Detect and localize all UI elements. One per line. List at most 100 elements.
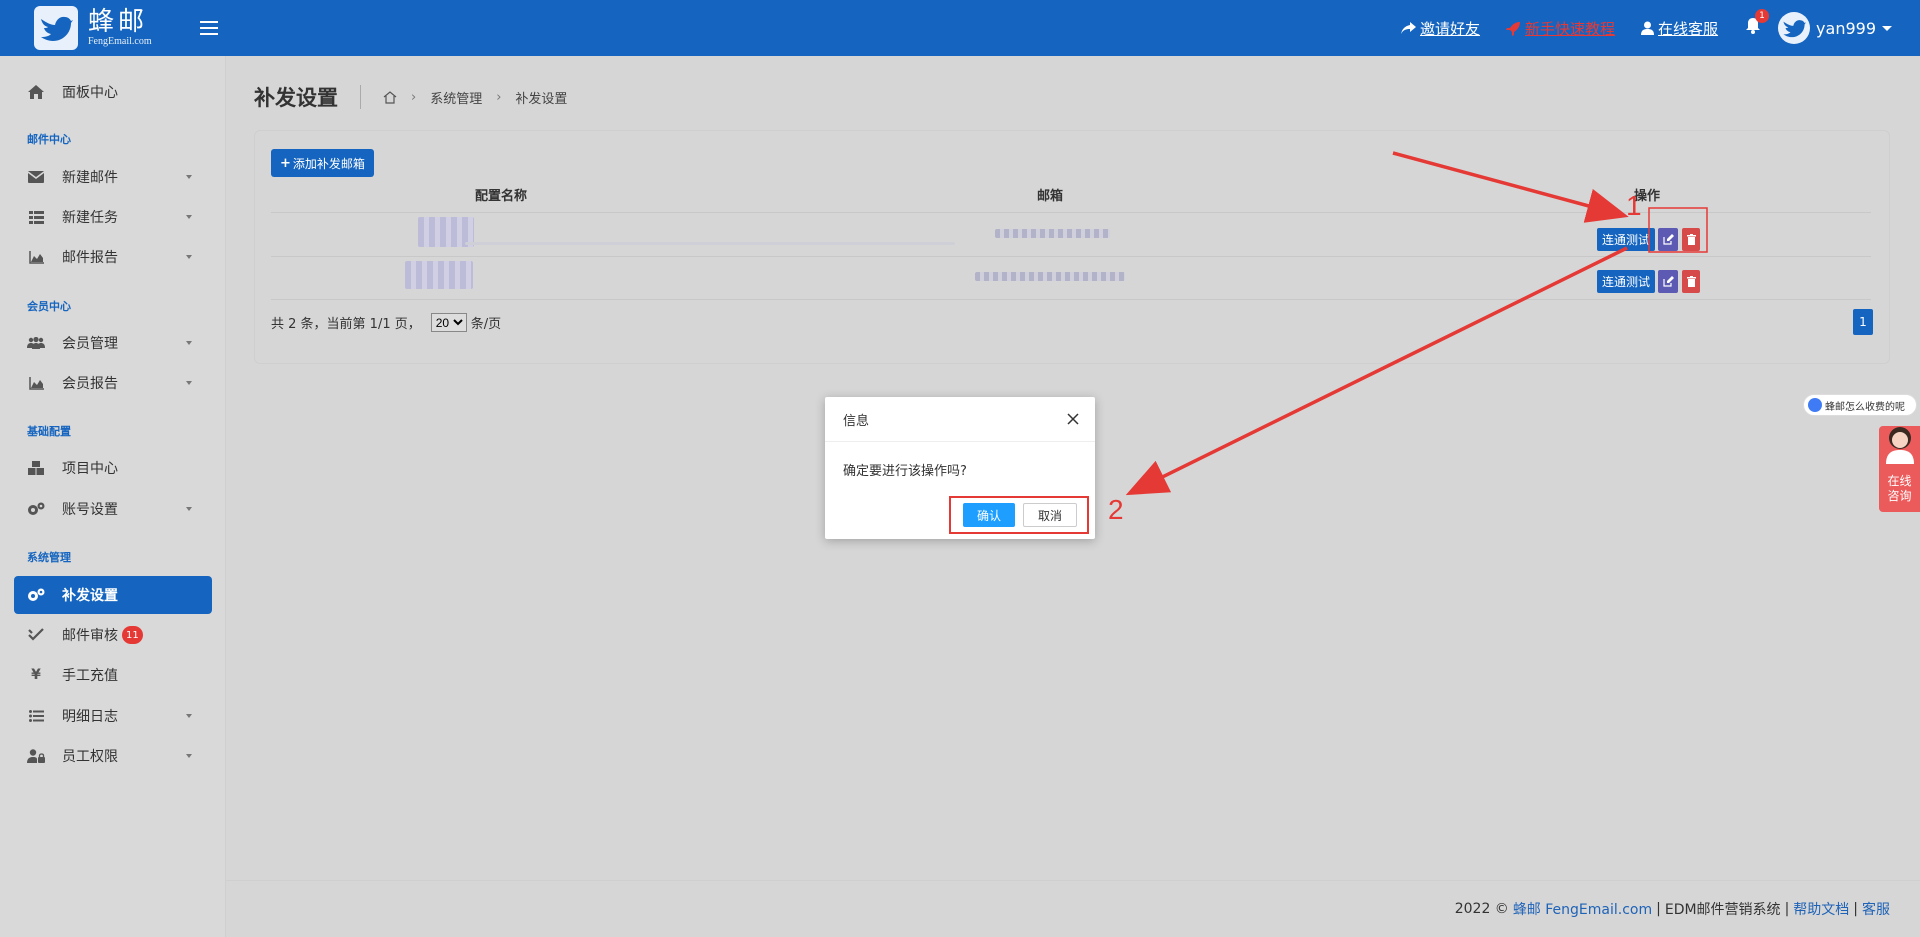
sidebar-item-mail-review[interactable]: 邮件审核 11 bbox=[14, 616, 212, 654]
chat-prompt-text: 蜂邮怎么收费的呢 bbox=[1825, 401, 1905, 413]
annotation-step-2: 2 bbox=[1108, 494, 1124, 525]
sidebar-item-new-task[interactable]: 新建任务 bbox=[14, 198, 212, 236]
user-lock-icon bbox=[26, 749, 46, 763]
connection-test-button[interactable]: 连通测试 bbox=[1597, 270, 1655, 293]
sidebar-item-label: 新建任务 bbox=[62, 210, 118, 226]
sidebar-item-label: 会员报告 bbox=[62, 376, 118, 392]
sidebar-item-label: 新建邮件 bbox=[62, 170, 118, 186]
sidebar-item-member-manage[interactable]: 会员管理 bbox=[14, 324, 212, 362]
username: yan999 bbox=[1816, 18, 1876, 38]
brand-logo[interactable]: 蜂邮 FengEmail.com bbox=[0, 0, 226, 56]
confirm-button[interactable]: 确认 bbox=[962, 503, 1015, 527]
footer-service-link[interactable]: 客服 bbox=[1862, 899, 1890, 919]
delete-button[interactable] bbox=[1682, 270, 1700, 293]
edit-button[interactable] bbox=[1658, 228, 1678, 251]
sidebar-item-label: 面板中心 bbox=[62, 85, 118, 101]
rocket-icon bbox=[1506, 21, 1521, 36]
breadcrumb: › 系统管理 › 补发设置 bbox=[383, 88, 567, 107]
caret-down-icon bbox=[186, 754, 192, 758]
confirm-dialog: 信息 确定要进行该操作吗? 确认 取消 bbox=[825, 397, 1095, 539]
footer-copyright: 2022 © bbox=[1454, 901, 1509, 917]
bird-logo-icon bbox=[34, 6, 78, 50]
delete-button[interactable] bbox=[1682, 228, 1700, 251]
trash-icon bbox=[1686, 234, 1696, 245]
user-menu[interactable]: yan999 bbox=[1778, 12, 1892, 44]
share-icon bbox=[1401, 21, 1416, 34]
sidebar-item-label: 员工权限 bbox=[62, 749, 118, 765]
notification-count-badge: 1 bbox=[1755, 9, 1770, 23]
sidebar-item-label: 手工充值 bbox=[62, 668, 118, 684]
sidebar-section-mail: 邮件中心 bbox=[27, 133, 71, 146]
sidebar-item-label: 邮件报告 bbox=[62, 250, 118, 266]
table-row-divider bbox=[271, 256, 1871, 257]
area-chart-icon bbox=[26, 376, 46, 390]
user-icon bbox=[1641, 21, 1655, 35]
invite-friends-link[interactable]: 邀请好友 bbox=[1401, 18, 1480, 39]
close-icon[interactable] bbox=[1065, 411, 1081, 427]
chat-icon bbox=[1808, 398, 1822, 412]
mail-review-count-badge: 11 bbox=[122, 626, 143, 644]
tutorial-label: 新手快速教程 bbox=[1525, 19, 1616, 38]
breadcrumb-system[interactable]: 系统管理 bbox=[430, 88, 482, 107]
sidebar-item-project-center[interactable]: 项目中心 bbox=[14, 449, 212, 487]
sidebar-item-label: 补发设置 bbox=[62, 588, 118, 604]
pagination-summary: 共 2 条，当前第 1/1 页， bbox=[271, 317, 421, 332]
footer-system-name: EDM邮件营销系统 bbox=[1664, 902, 1781, 918]
edit-button[interactable] bbox=[1658, 270, 1678, 293]
top-navbar: 蜂邮 FengEmail.com 邀请好友 新手快速教程 在线客服 1 yan9… bbox=[0, 0, 1920, 56]
caret-down-icon bbox=[186, 507, 192, 511]
footer-help-link[interactable]: 帮助文档 bbox=[1793, 899, 1849, 919]
home-outline-icon[interactable] bbox=[383, 90, 397, 104]
site-footer: 2022 © 蜂邮 FengEmail.com | EDM邮件营销系统 | 帮助… bbox=[226, 880, 1920, 937]
resend-table-card: + 添加补发邮箱 配置名称 邮箱 操作 连通测试 连通测试 共 2 条，当前第 … bbox=[254, 130, 1890, 364]
home-icon bbox=[26, 85, 46, 99]
list-icon bbox=[26, 710, 46, 722]
redacted-email bbox=[975, 272, 1125, 281]
page-size-select[interactable]: 20 bbox=[430, 313, 467, 332]
tutorial-link[interactable]: 新手快速教程 bbox=[1506, 18, 1615, 39]
online-support-link[interactable]: 在线客服 bbox=[1641, 18, 1718, 39]
menu-toggle-icon[interactable] bbox=[200, 21, 218, 35]
cancel-button[interactable]: 取消 bbox=[1022, 503, 1077, 527]
sidebar-item-label: 账号设置 bbox=[62, 502, 118, 518]
column-header-email: 邮箱 bbox=[1037, 189, 1064, 204]
caret-down-icon bbox=[1882, 25, 1892, 31]
sidebar-item-new-mail[interactable]: 新建邮件 bbox=[14, 158, 212, 196]
sidebar-item-mail-report[interactable]: 邮件报告 bbox=[14, 238, 212, 276]
sidebar-item-account-settings[interactable]: 账号设置 bbox=[14, 490, 212, 528]
redacted-smear bbox=[465, 242, 955, 245]
brand-name-cn: 蜂邮 bbox=[88, 7, 149, 37]
sidebar-item-resend-settings[interactable]: 补发设置 bbox=[14, 576, 212, 614]
redacted-email bbox=[995, 229, 1110, 238]
avatar bbox=[1778, 12, 1811, 44]
title-divider bbox=[360, 85, 361, 109]
column-header-name: 配置名称 bbox=[475, 189, 528, 204]
sidebar-item-detail-log[interactable]: 明细日志 bbox=[14, 697, 212, 735]
add-resend-mailbox-label: 添加补发邮箱 bbox=[292, 156, 365, 171]
list-table-icon bbox=[26, 210, 46, 224]
sidebar-section-base: 基础配置 bbox=[27, 425, 71, 438]
sidebar-item-dashboard[interactable]: 面板中心 bbox=[14, 73, 212, 111]
breadcrumb-current: 补发设置 bbox=[515, 91, 568, 107]
sidebar-item-manual-recharge[interactable]: ¥ 手工充值 bbox=[14, 656, 212, 694]
redacted-config-name bbox=[405, 261, 473, 289]
notifications-button[interactable]: 1 bbox=[1746, 9, 1770, 38]
page-button-1[interactable]: 1 bbox=[1853, 309, 1873, 335]
sidebar-item-staff-permission[interactable]: 员工权限 bbox=[14, 737, 212, 775]
add-resend-mailbox-button[interactable]: + 添加补发邮箱 bbox=[271, 149, 374, 177]
dialog-message: 确定要进行该操作吗? bbox=[843, 464, 967, 479]
caret-down-icon bbox=[186, 381, 192, 385]
yen-icon: ¥ bbox=[31, 667, 41, 683]
footer-brand-link[interactable]: 蜂邮 FengEmail.com bbox=[1513, 899, 1652, 919]
caret-down-icon bbox=[186, 175, 192, 179]
chat-prompt-bubble[interactable]: 蜂邮怎么收费的呢 bbox=[1803, 394, 1917, 416]
sidebar-item-label: 明细日志 bbox=[62, 709, 118, 725]
trash-icon bbox=[1686, 276, 1696, 287]
caret-down-icon bbox=[186, 341, 192, 345]
pagination-info: 共 2 条，当前第 1/1 页， 20 条/页 bbox=[271, 313, 501, 332]
chevron-right-icon: › bbox=[496, 89, 502, 105]
connection-test-button[interactable]: 连通测试 bbox=[1597, 228, 1655, 251]
sidebar-item-member-report[interactable]: 会员报告 bbox=[14, 364, 212, 402]
annotation-step-1: 1 bbox=[1626, 190, 1642, 221]
sidebar-item-label: 项目中心 bbox=[62, 461, 118, 477]
